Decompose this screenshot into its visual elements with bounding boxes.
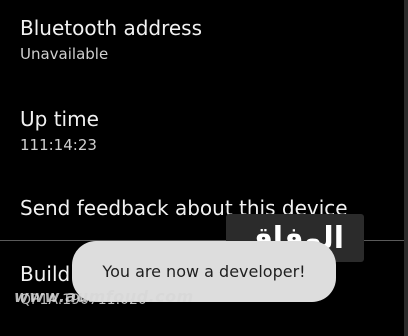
site-url-watermark: www.aumfoud.com <box>14 287 194 306</box>
setting-value: 111:14:23 <box>20 136 97 154</box>
setting-up-time[interactable]: Up time 111:14:23 <box>20 107 398 155</box>
setting-value: Unavailable <box>20 45 109 63</box>
about-phone-screen: Bluetooth address Unavailable Up time 11… <box>0 0 408 336</box>
setting-title: Bluetooth address <box>20 16 203 40</box>
setting-bluetooth-address[interactable]: Bluetooth address Unavailable <box>20 16 398 64</box>
setting-title: Up time <box>20 107 99 131</box>
scrollbar[interactable] <box>404 0 408 336</box>
toast-message: You are now a developer! <box>102 262 306 281</box>
